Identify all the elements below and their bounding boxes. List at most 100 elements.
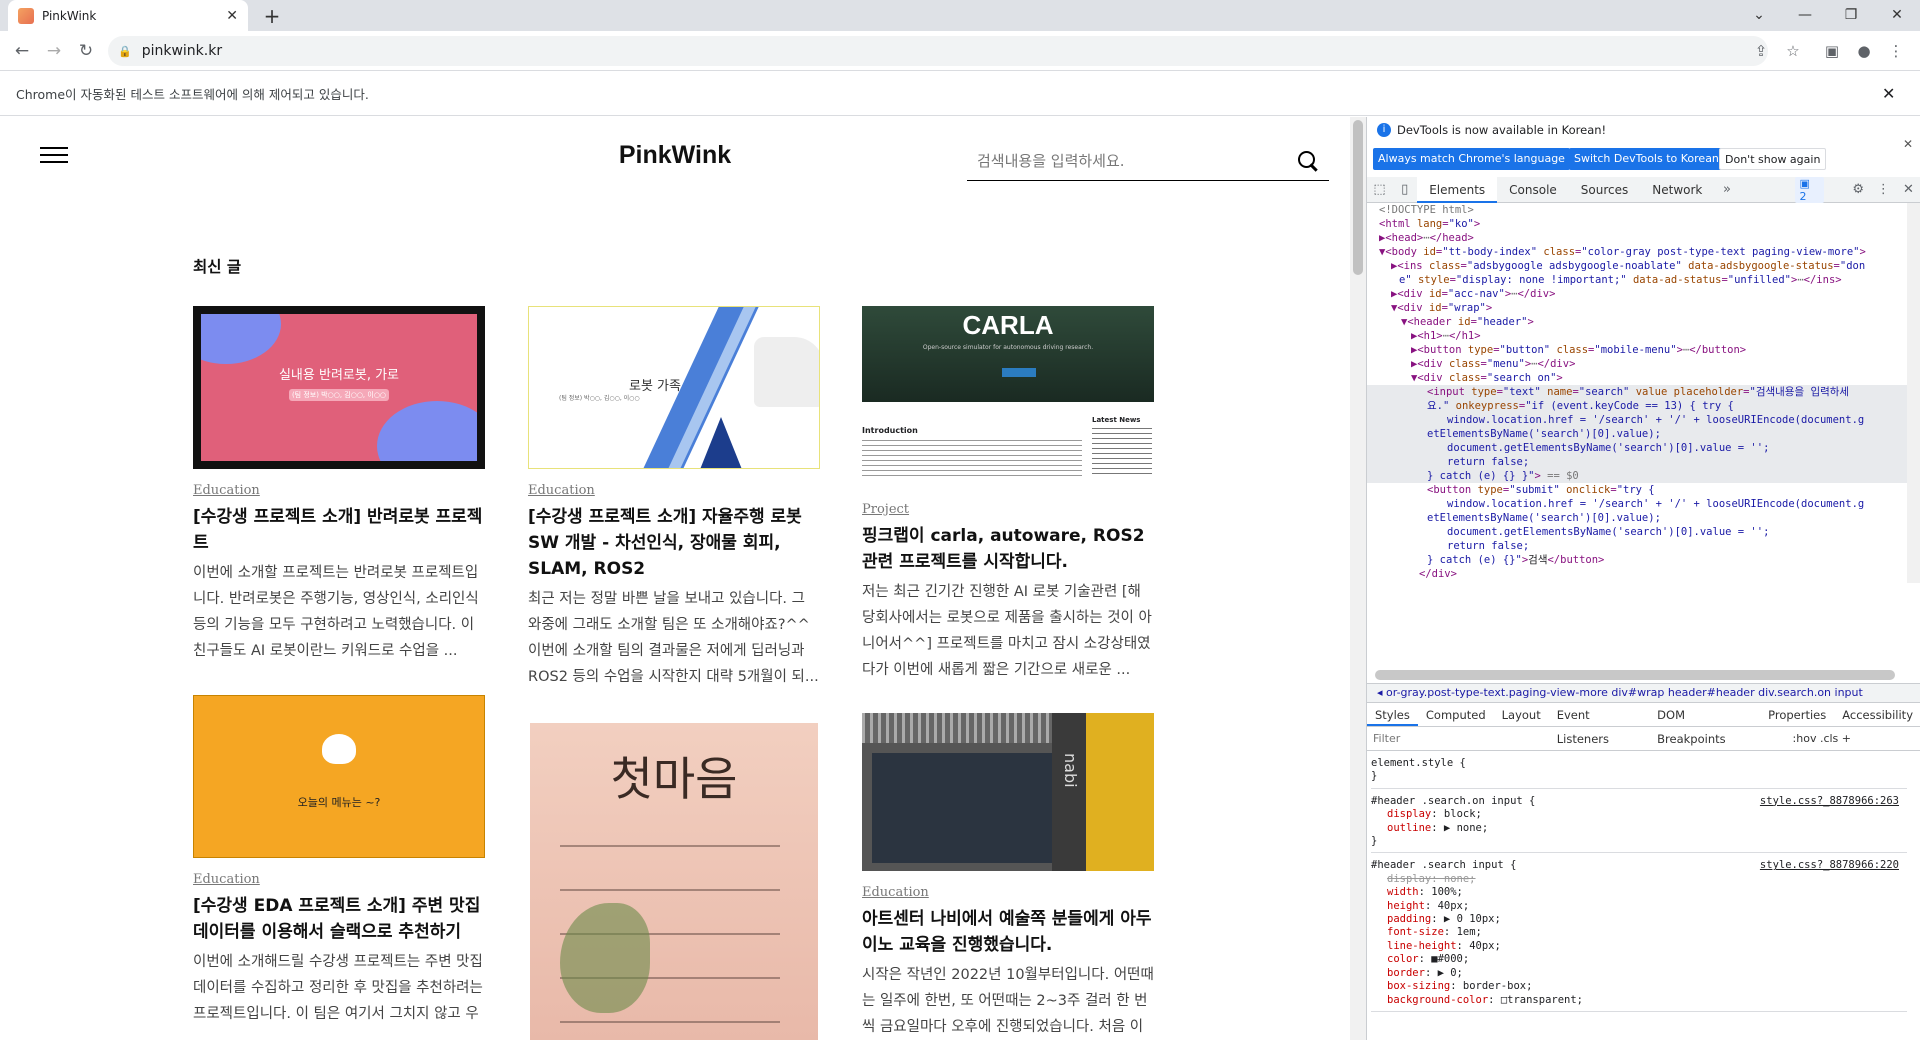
- post-card[interactable]: 오늘의 메뉴는 ~? Education [수강생 EDA 프로젝트 소개] 주…: [193, 695, 485, 1029]
- menu-kebab-icon[interactable]: ⋮: [1882, 37, 1910, 65]
- tab-properties[interactable]: Properties: [1760, 703, 1834, 726]
- close-devtools-icon[interactable]: ✕: [1896, 177, 1920, 203]
- post-category[interactable]: Education: [193, 872, 485, 887]
- tab-pinkwink[interactable]: PinkWink ✕: [8, 0, 248, 31]
- tab-event-listeners[interactable]: Event Listeners: [1549, 703, 1649, 746]
- tab-accessibility[interactable]: Accessibility: [1834, 703, 1920, 726]
- info-icon: i: [1377, 123, 1391, 137]
- tab-styles[interactable]: Styles: [1367, 703, 1418, 726]
- post-title[interactable]: 아트센터 나비에서 예술쪽 분들에게 아두이노 교육을 진행했습니다.: [862, 906, 1154, 958]
- tab-layout[interactable]: Layout: [1494, 703, 1549, 726]
- thumb-caption: 로봇 가족: [629, 379, 681, 394]
- devtools-menu-icon[interactable]: ⋮: [1871, 177, 1896, 203]
- profile-avatar-icon[interactable]: ●: [1850, 37, 1878, 65]
- selected-dom-node[interactable]: <input type="text" name="search" value p…: [1367, 385, 1907, 483]
- new-tab-button[interactable]: +: [258, 2, 286, 30]
- thumb-subcaption: (팀 정보) 박○○, 김○○, 이○○: [289, 389, 389, 401]
- share-icon[interactable]: ⇪: [1747, 37, 1775, 65]
- dom-breadcrumb[interactable]: ◂ or-gray.post-type-text.paging-view-mor…: [1367, 683, 1920, 703]
- styles-tabbar: Styles Computed Layout Event Listeners D…: [1367, 703, 1920, 746]
- device-toolbar-icon[interactable]: ▯: [1392, 177, 1417, 203]
- filter-tools[interactable]: :hov .cls +: [1793, 727, 1851, 751]
- post-excerpt: 최근 저는 정말 바쁜 날을 보내고 있습니다. 그 와중에 그래도 소개할 팀…: [528, 591, 819, 685]
- post-title[interactable]: [수강생 프로젝트 소개] 반려로봇 프로젝트: [193, 504, 485, 556]
- restore-button[interactable]: ❐: [1828, 0, 1874, 31]
- bookmark-star-icon[interactable]: ☆: [1779, 37, 1807, 65]
- reload-icon[interactable]: ↻: [72, 37, 100, 65]
- tab-sources[interactable]: Sources: [1569, 177, 1640, 203]
- post-excerpt: 저는 최근 긴기간 진행한 AI 로봇 기술관련 [해당회사에서는 로봇으로 제…: [862, 584, 1152, 678]
- close-infobar-icon[interactable]: ✕: [1882, 84, 1895, 103]
- issues-count: 2: [1799, 189, 1807, 203]
- thumb-caption: nabi: [1061, 753, 1080, 788]
- post-excerpt: 이번에 소개할 프로젝트는 반려로봇 프로젝트입니다. 반려로봇은 주행기능, …: [193, 565, 479, 659]
- post-thumbnail[interactable]: 실내용 반려로봇, 가로 (팀 정보) 박○○, 김○○, 이○○: [193, 306, 485, 469]
- post-card[interactable]: CARLA Open-source simulator for autonomo…: [862, 306, 1154, 683]
- post-card[interactable]: 로봇 가족 (팀 정보) 박○○, 김○○, 이○○ Education [수강…: [528, 306, 820, 690]
- styles-filter[interactable]: Filter :hov .cls +: [1367, 727, 1920, 751]
- post-card[interactable]: 실내용 반려로봇, 가로 (팀 정보) 박○○, 김○○, 이○○ Educat…: [193, 306, 485, 664]
- close-banner-icon[interactable]: ✕: [1903, 137, 1913, 151]
- post-thumbnail[interactable]: CARLA Open-source simulator for autonomo…: [862, 306, 1154, 488]
- post-category[interactable]: Education: [528, 483, 820, 498]
- hamburger-menu-icon[interactable]: [40, 147, 68, 163]
- issues-badge[interactable]: ▣ 2: [1795, 176, 1824, 203]
- lock-icon: 🔒: [118, 44, 132, 58]
- tab-elements[interactable]: Elements: [1417, 176, 1498, 203]
- inspect-element-icon[interactable]: ⬚: [1367, 177, 1392, 203]
- url-text: pinkwink.kr: [141, 43, 223, 59]
- post-title[interactable]: 핑크랩이 carla, autoware, ROS2 관련 프로젝트를 시작합니…: [862, 523, 1154, 575]
- tab-console[interactable]: Console: [1497, 177, 1569, 203]
- dont-show-again-button[interactable]: Don't show again: [1719, 148, 1827, 170]
- thumb-caption: 실내용 반려로봇, 가로: [278, 368, 400, 383]
- post-category[interactable]: Project: [862, 502, 1154, 517]
- post-thumbnail[interactable]: 오늘의 메뉴는 ~?: [193, 695, 485, 858]
- post-title[interactable]: [수강생 프로젝트 소개] 자율주행 로봇 SW 개발 - 차선인식, 장애물 …: [528, 504, 820, 582]
- search-icon[interactable]: [1297, 150, 1319, 172]
- switch-to-korean-button[interactable]: Switch DevTools to Korean: [1569, 148, 1724, 170]
- settings-gear-icon[interactable]: ⚙: [1846, 177, 1871, 203]
- post-excerpt: 이번에 소개해드릴 수강생 프로젝트는 주변 맛집 데이터를 수집하고 정리한 …: [193, 954, 483, 1022]
- search-input[interactable]: [977, 151, 1297, 170]
- post-card[interactable]: 첫마음: [530, 723, 818, 1040]
- dom-horizontal-scrollbar[interactable]: [1375, 670, 1895, 680]
- thumb-subcaption: Open-source simulator for autonomous dri…: [922, 344, 1094, 351]
- post-thumbnail[interactable]: nabi: [862, 713, 1154, 871]
- tab-network[interactable]: Network: [1640, 177, 1714, 203]
- post-thumbnail[interactable]: 로봇 가족 (팀 정보) 박○○, 김○○, 이○○: [528, 306, 820, 469]
- always-match-language-button[interactable]: Always match Chrome's language: [1373, 148, 1570, 170]
- close-window-button[interactable]: ✕: [1874, 0, 1920, 31]
- tab-title: PinkWink: [42, 8, 97, 23]
- post-category[interactable]: Education: [862, 885, 1154, 900]
- automation-notice: Chrome이 자동화된 테스트 소프트웨어에 의해 제어되고 있습니다.: [16, 87, 369, 102]
- post-title[interactable]: [수강생 EDA 프로젝트 소개] 주변 맛집 데이터를 이용해서 슬랙으로 추…: [193, 893, 485, 945]
- close-tab-icon[interactable]: ✕: [226, 8, 238, 24]
- automation-infobar: Chrome이 자동화된 테스트 소프트웨어에 의해 제어되고 있습니다.: [0, 72, 1920, 116]
- styles-pane[interactable]: element.style { } style.css?_8878966:263…: [1367, 751, 1907, 1040]
- devtools-panel: i DevTools is now available in Korean! Al…: [1366, 117, 1920, 1040]
- post-card[interactable]: nabi Education 아트센터 나비에서 예술쪽 분들에게 아두이노 교…: [862, 713, 1154, 1040]
- post-category[interactable]: Education: [193, 483, 485, 498]
- banner-text: DevTools is now available in Korean!: [1397, 123, 1607, 137]
- tab-dom-breakpoints[interactable]: DOM Breakpoints: [1649, 703, 1760, 746]
- forward-icon[interactable]: →: [40, 37, 68, 65]
- thumb-caption: 첫마음: [610, 752, 738, 806]
- side-panel-icon[interactable]: ▣: [1818, 37, 1846, 65]
- site-logo[interactable]: PinkWink: [600, 141, 750, 170]
- thumb-caption: 오늘의 메뉴는 ~?: [297, 796, 381, 809]
- post-thumbnail[interactable]: 첫마음: [530, 723, 818, 1040]
- filter-input[interactable]: Filter: [1373, 732, 1400, 745]
- devtools-language-banner: i DevTools is now available in Korean! Al…: [1367, 117, 1920, 177]
- page-content: PinkWink 최신 글 실내용 반려로봇, 가로 (팀 정보) 박○○, 김…: [0, 117, 1350, 1040]
- favicon-icon: [18, 7, 34, 24]
- dom-tree[interactable]: <!DOCTYPE html> <html lang="ko"> ▶<head>…: [1367, 203, 1907, 583]
- address-bar[interactable]: 🔒 pinkwink.kr: [108, 36, 1768, 66]
- page-scrollbar-thumb[interactable]: [1353, 120, 1363, 275]
- thumb-news: Latest News: [1092, 416, 1141, 424]
- tab-search-icon[interactable]: ⌄: [1736, 0, 1782, 31]
- dom-scrollbar[interactable]: [1907, 203, 1920, 583]
- minimize-button[interactable]: —: [1782, 0, 1828, 31]
- back-icon[interactable]: ←: [8, 37, 36, 65]
- tab-computed[interactable]: Computed: [1418, 703, 1494, 726]
- more-tabs-icon[interactable]: »: [1714, 177, 1739, 203]
